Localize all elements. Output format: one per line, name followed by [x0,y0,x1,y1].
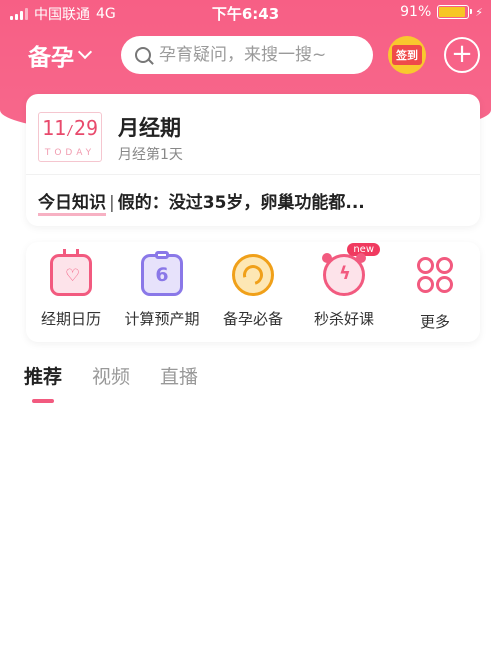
tool-label: 秒杀好课 [313,310,374,328]
add-button[interactable]: + [444,37,480,73]
phase-subtitle: 月经第1天 [118,147,183,163]
mode-label: 备孕 [28,45,74,71]
knowledge-text: 假的：没过35岁，卵巢功能都... [117,193,365,213]
charging-icon: ⚡ [475,5,483,19]
feed-tabs: 推荐 视频 直播 [24,362,198,403]
tool-period-calendar[interactable]: ♡ 经期日历 [26,249,116,329]
tool-more[interactable]: 更多 [390,254,480,332]
tool-essentials[interactable]: 备孕必备 [208,254,298,329]
phase-title: 月经期 [118,116,181,140]
tool-label: 计算预产期 [124,310,200,328]
period-card[interactable]: 11/29 TODAY 月经期 月经第1天 今日知识 | 假的：没过35岁，卵巢功能… [26,94,480,226]
quick-tools: ♡ 经期日历 6 计算预产期 备孕必备 ϟ new 秒杀好课 更多 [26,242,480,342]
date-month: 11 [41,116,67,140]
status-bar: 中国联通 4G 下午6:43 91% ⚡ [0,0,491,26]
tab-video[interactable]: 视频 [92,362,130,389]
status-right: 91% ⚡ [400,4,483,20]
battery-percent: 91% [400,4,432,20]
daily-knowledge[interactable]: 今日知识 | 假的：没过35岁，卵巢功能都... [38,188,365,216]
calendar-heart-icon: ♡ [50,249,92,296]
date-main: 11/29 [41,116,98,140]
mode-selector[interactable]: 备孕 [28,38,93,72]
new-badge: new [347,243,380,256]
alarm-clock-icon: ϟ new [322,243,380,296]
tab-live[interactable]: 直播 [160,362,198,389]
search-input[interactable] [159,45,359,65]
tool-due-date[interactable]: 6 计算预产期 [117,251,207,329]
tool-flash-course[interactable]: ϟ new 秒杀好课 [299,243,389,329]
knowledge-separator: | [109,193,115,213]
search-icon [135,47,151,63]
search-bar[interactable] [121,36,373,74]
tool-label: 经期日历 [40,310,101,328]
battery-icon [437,5,473,19]
checkin-button[interactable]: 签到 [388,36,426,74]
chevron-down-icon [77,44,93,60]
grid-icon [414,257,456,299]
date-day: 29 [73,116,98,140]
top-nav: 备孕 签到 + [0,34,491,76]
date-today-label: TODAY [44,148,96,158]
tab-recommend[interactable]: 推荐 [24,362,62,403]
tool-label: 更多 [419,313,450,331]
cookie-icon [232,254,274,296]
tool-label: 备孕必备 [222,310,283,328]
date-badge: 11/29 TODAY [38,112,102,162]
knowledge-tag: 今日知识 [38,193,106,216]
card-divider [26,174,480,175]
checkin-label: 签到 [392,45,422,65]
clipboard-icon: 6 [141,251,183,296]
